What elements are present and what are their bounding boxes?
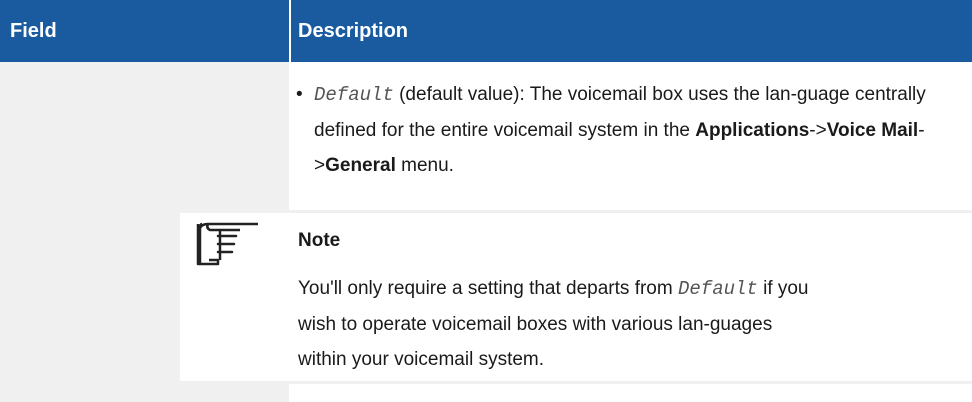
menu-applications: Applications xyxy=(695,120,810,141)
header-description-label: Description xyxy=(298,20,409,42)
bullet-dot: • xyxy=(296,84,303,105)
header-field-label: Field xyxy=(10,20,57,42)
pointing-hand-icon xyxy=(196,222,258,266)
note-bottom-strip xyxy=(291,384,972,402)
header-field: Field xyxy=(0,0,289,62)
menu-separator: -> xyxy=(809,120,827,141)
note-text: You'll only require a setting that depar… xyxy=(298,271,818,377)
note-title: Note xyxy=(298,230,341,251)
note-default-code: Default xyxy=(677,278,758,300)
bullet-suffix: menu. xyxy=(395,155,454,176)
menu-voice-mail: Voice Mail xyxy=(826,120,919,141)
bullet-text: Default (default value): The voicemail b… xyxy=(314,77,964,183)
parameter-table: Field Description • Default (default val… xyxy=(0,0,972,402)
note-text-start: You'll only require a setting that depar… xyxy=(298,278,678,299)
default-value-code: Default xyxy=(314,84,394,106)
bullet-item-default: • Default (default value): The voicemail… xyxy=(291,77,972,183)
menu-general: General xyxy=(325,155,396,176)
header-description: Description xyxy=(291,0,972,62)
